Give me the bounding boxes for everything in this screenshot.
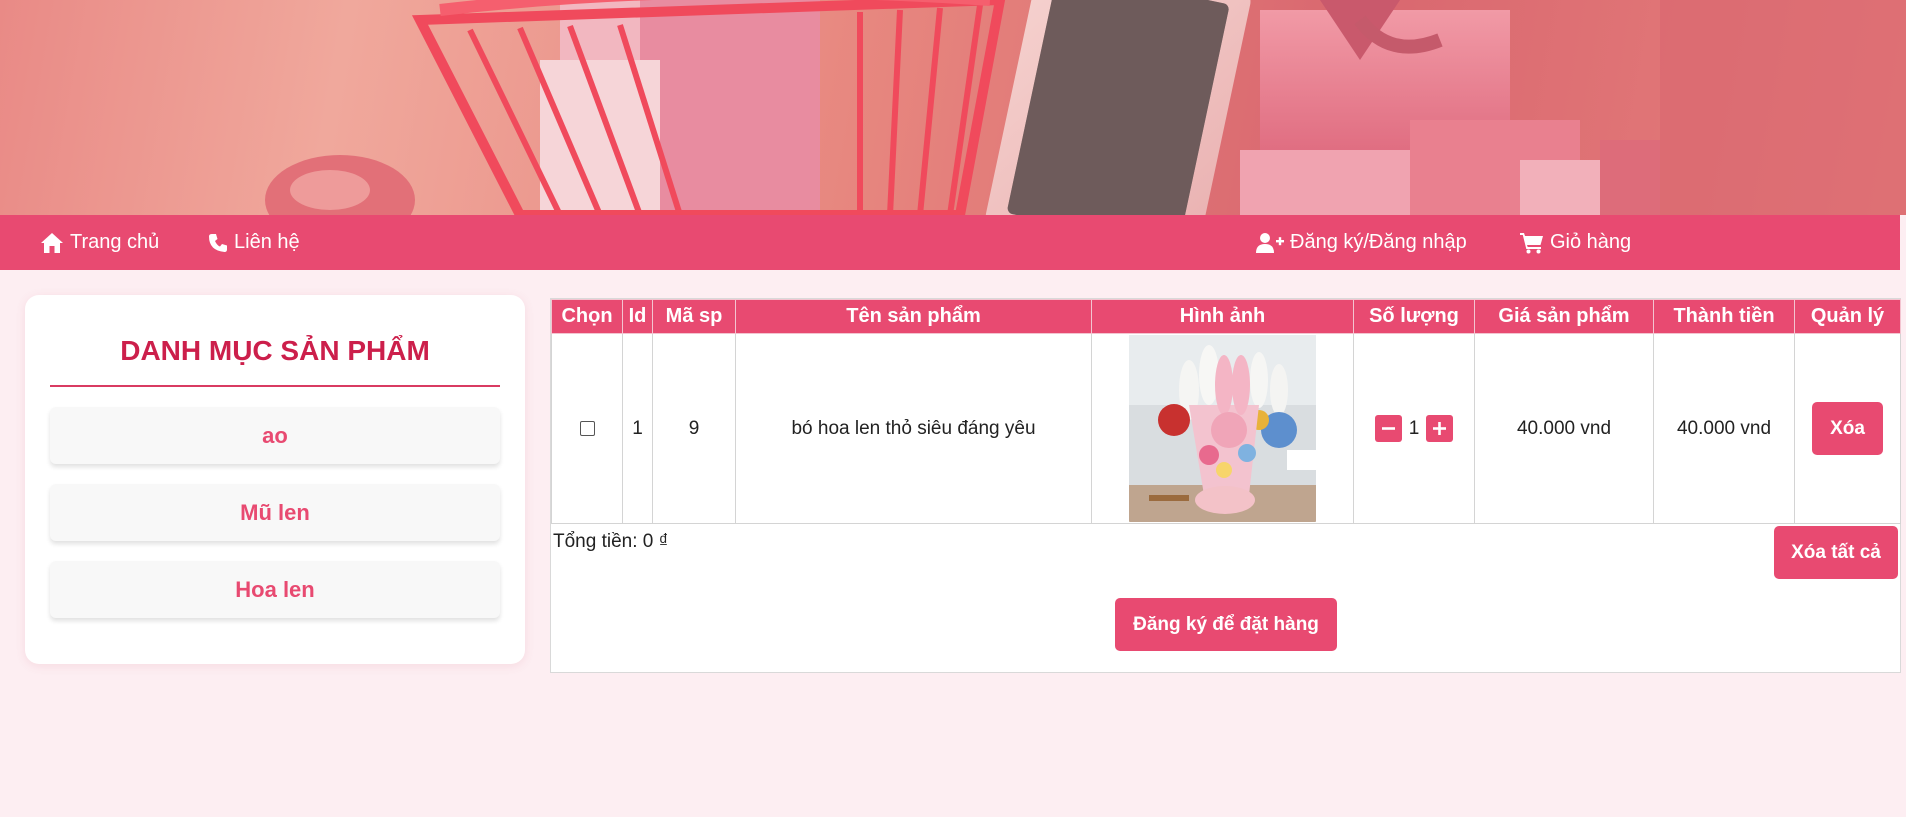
nav-home-link[interactable]: Trang chủ — [40, 215, 159, 270]
nav-contact-link[interactable]: Liên hệ — [208, 215, 300, 270]
decrease-quantity-button[interactable] — [1374, 415, 1402, 442]
minus-icon — [1381, 427, 1395, 430]
banner-image — [0, 0, 1906, 215]
row-code: 9 — [652, 333, 736, 524]
nav-cart-link[interactable]: Giỏ hàng — [1520, 215, 1631, 270]
col-header-quantity: Số lượng — [1353, 299, 1475, 334]
category-item-hoa-len[interactable]: Hoa len — [50, 561, 500, 618]
cart-table: Chọn Id Mã sp Tên sản phẩm Hình ảnh Số l… — [551, 299, 1901, 524]
category-item-ao[interactable]: ao — [50, 407, 500, 464]
col-header-subtotal: Thành tiền — [1653, 299, 1795, 334]
home-icon — [40, 232, 64, 254]
cart-total: Tổng tiền: 0 ₫ — [553, 531, 669, 552]
row-price: 40.000 vnd — [1474, 333, 1654, 524]
row-subtotal: 40.000 vnd — [1653, 333, 1795, 524]
plus-icon — [1433, 422, 1447, 435]
cart-row: 1 9 bó hoa len thỏ siêu đáng yêu 1 40.00… — [551, 333, 1901, 524]
nav-login-label: Đăng ký/Đăng nhập — [1290, 231, 1467, 253]
select-checkbox[interactable] — [579, 420, 595, 436]
cart-panel: Chọn Id Mã sp Tên sản phẩm Hình ảnh Số l… — [550, 298, 1901, 673]
delete-item-button[interactable]: Xóa — [1812, 402, 1883, 455]
row-name: bó hoa len thỏ siêu đáng yêu — [735, 333, 1092, 524]
col-header-id: Id — [622, 299, 653, 334]
col-header-select: Chọn — [551, 299, 623, 334]
phone-icon — [208, 233, 228, 253]
col-header-code: Mã sp — [652, 299, 736, 334]
quantity-value: 1 — [1408, 417, 1420, 439]
cart-header-row: Chọn Id Mã sp Tên sản phẩm Hình ảnh Số l… — [551, 299, 1901, 334]
nav-home-label: Trang chủ — [70, 231, 160, 253]
cart-icon — [1520, 232, 1544, 254]
col-header-image: Hình ảnh — [1091, 299, 1354, 334]
category-sidebar: DANH MỤC SẢN PHẨM ao Mũ len Hoa len — [25, 295, 525, 664]
increase-quantity-button[interactable] — [1426, 415, 1454, 442]
product-image — [1129, 335, 1316, 522]
nav-cart-label: Giỏ hàng — [1550, 231, 1632, 253]
user-plus-icon — [1256, 232, 1284, 254]
main-navbar: Trang chủ Liên hệ Đăng ký/Đăng nhập Giỏ … — [0, 215, 1900, 270]
row-id: 1 — [622, 333, 653, 524]
category-item-mu-len[interactable]: Mũ len — [50, 484, 500, 541]
register-to-order-button[interactable]: Đăng ký để đặt hàng — [1115, 598, 1337, 651]
col-header-name: Tên sản phẩm — [735, 299, 1092, 334]
col-header-manage: Quản lý — [1794, 299, 1901, 334]
quantity-stepper: 1 — [1374, 415, 1454, 442]
sidebar-title: DANH MỤC SẢN PHẨM — [120, 335, 430, 366]
nav-login-link[interactable]: Đăng ký/Đăng nhập — [1256, 215, 1467, 270]
col-header-price: Giá sản phẩm — [1474, 299, 1654, 334]
clear-all-button[interactable]: Xóa tất cả — [1774, 526, 1898, 579]
nav-contact-label: Liên hệ — [234, 231, 300, 253]
sidebar-divider — [50, 385, 500, 387]
